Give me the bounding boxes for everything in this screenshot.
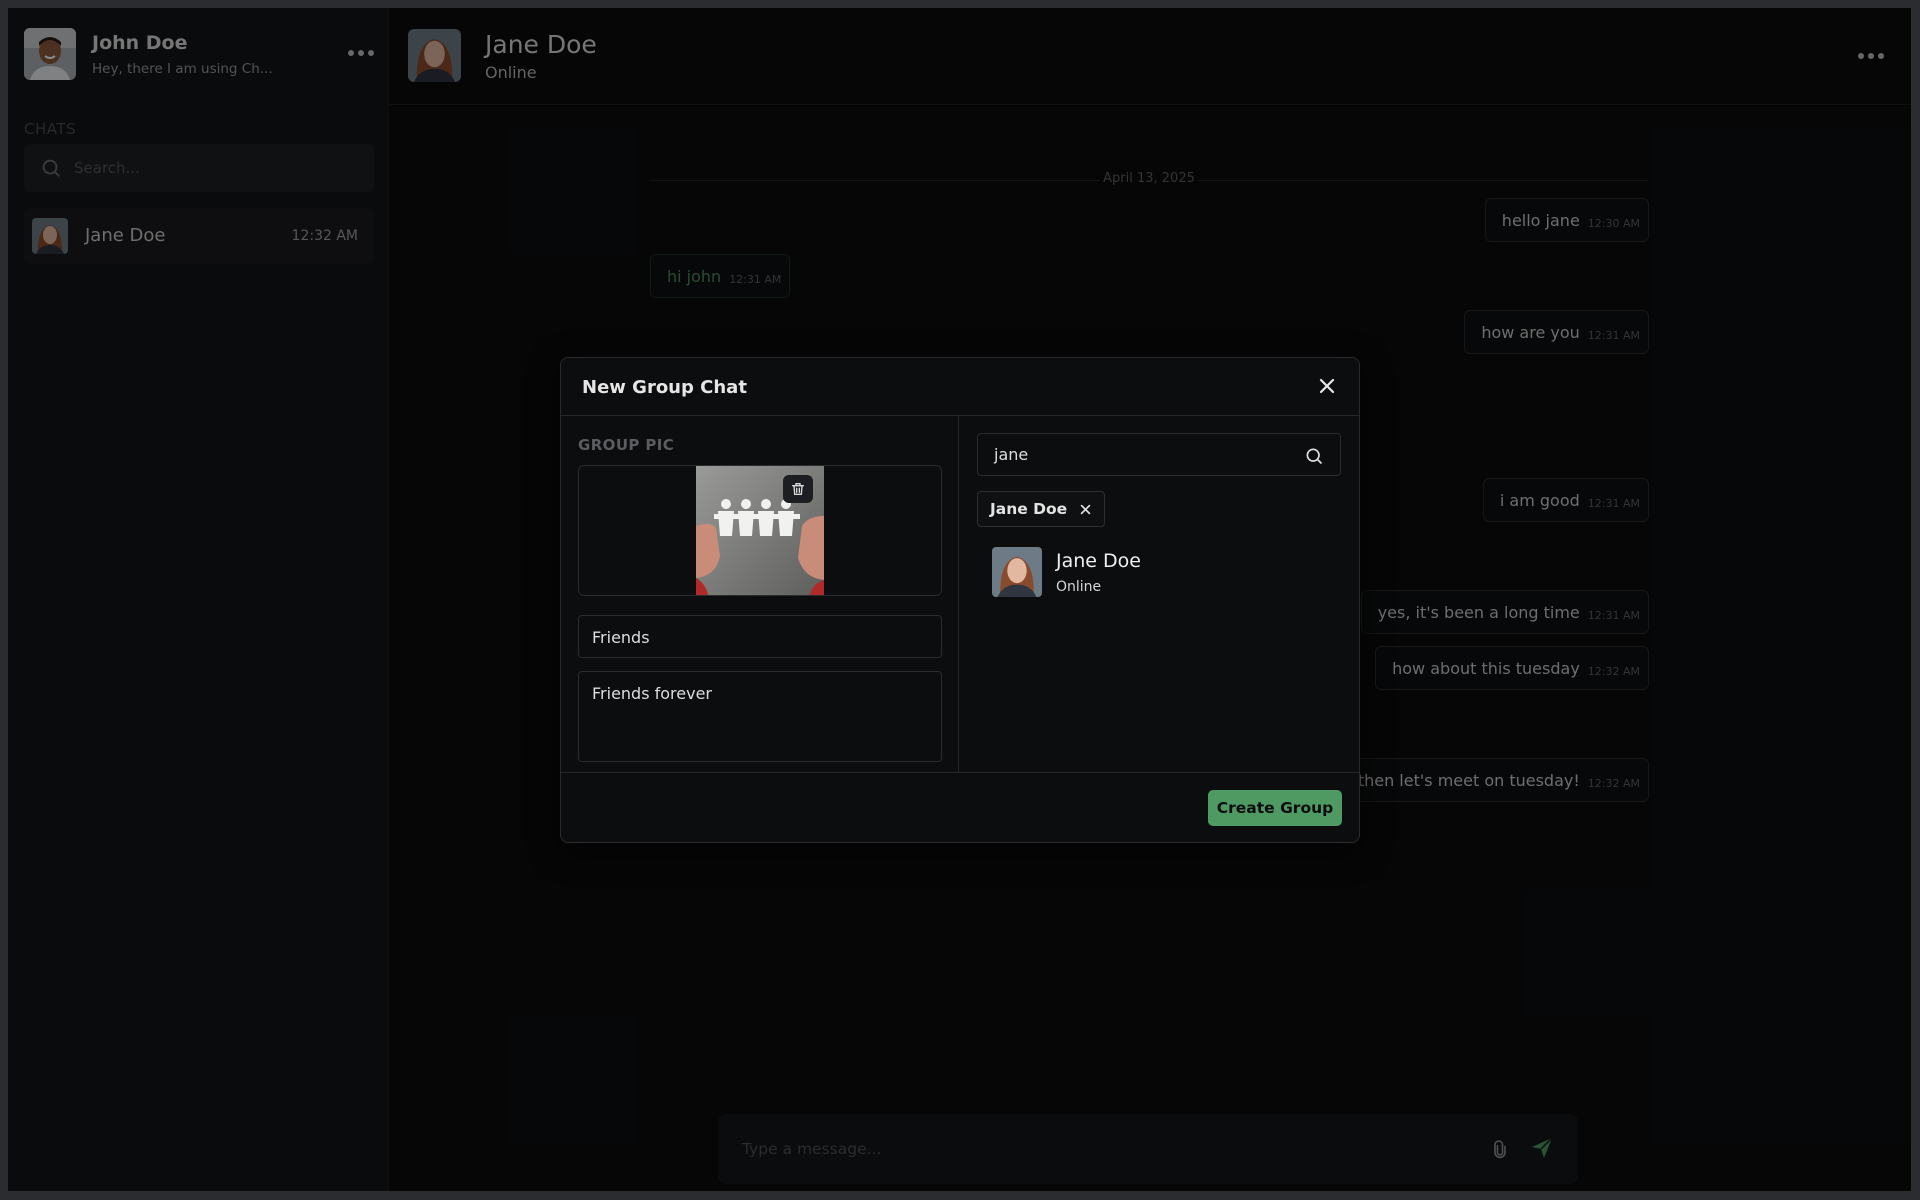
result-avatar — [992, 547, 1042, 597]
group-pic-upload[interactable] — [578, 465, 942, 596]
member-picker-panel: jane Jane Doe Jane Doe Online — [960, 416, 1360, 772]
trash-icon — [792, 483, 804, 495]
group-name-input[interactable]: Friends — [578, 615, 942, 658]
result-name: Jane Doe — [1056, 550, 1141, 572]
dialog-title: New Group Chat — [582, 377, 747, 398]
dialog-header: New Group Chat — [561, 358, 1359, 416]
result-status: Online — [1056, 579, 1102, 595]
search-icon[interactable] — [1304, 446, 1324, 466]
create-group-button[interactable]: Create Group — [1208, 790, 1342, 826]
member-search-input[interactable]: jane — [977, 433, 1341, 476]
selected-member-chip: Jane Doe — [977, 491, 1106, 527]
close-icon[interactable] — [1317, 376, 1337, 396]
remove-chip-icon[interactable] — [1079, 503, 1092, 516]
dialog-body: GROUP PIC Friends Friends forever jane J… — [561, 416, 1359, 772]
new-group-chat-dialog: New Group Chat GROUP PIC Friends Friends… — [560, 357, 1360, 843]
app-window: John Doe Hey, there I am using Ch... CHA… — [8, 8, 1911, 1191]
group-description-textarea[interactable]: Friends forever — [578, 671, 942, 762]
member-search-value: jane — [994, 445, 1029, 464]
group-details-panel: GROUP PIC Friends Friends forever — [561, 416, 959, 772]
dialog-footer: Create Group — [561, 772, 1359, 844]
chip-label: Jane Doe — [990, 500, 1068, 518]
group-name-value: Friends — [592, 628, 650, 647]
delete-pic-button[interactable] — [783, 475, 813, 503]
group-description-value: Friends forever — [592, 684, 713, 703]
group-pic-label: GROUP PIC — [578, 436, 675, 454]
member-search-result[interactable]: Jane Doe Online — [992, 547, 1332, 599]
